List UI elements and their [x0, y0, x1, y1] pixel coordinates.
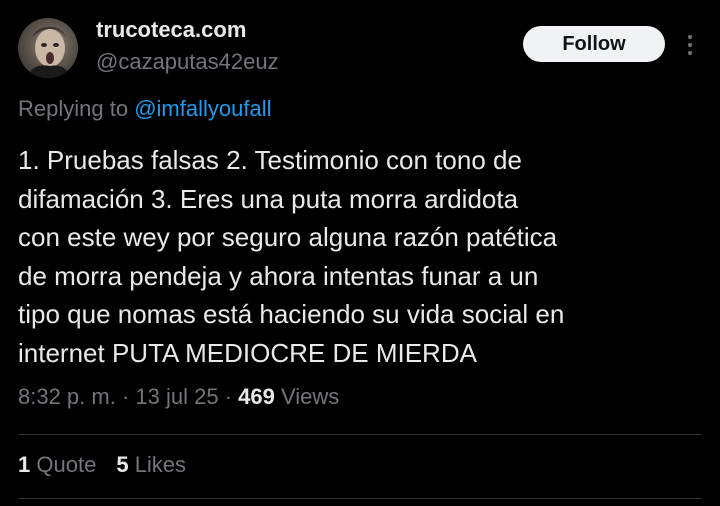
tweet-meta: 8:32 p. m. · 13 jul 25 · 469 Views	[18, 384, 339, 410]
reply-mention-link[interactable]: @imfallyoufall	[134, 96, 271, 121]
tweet-date[interactable]: 13 jul 25	[135, 384, 218, 409]
more-vertical-icon[interactable]	[681, 32, 699, 58]
quotes-label: Quote	[36, 452, 97, 477]
reply-context-prefix: Replying to	[18, 96, 129, 121]
author-display-name[interactable]: trucoteca.com	[96, 17, 246, 43]
likes-stat[interactable]: 5 Likes	[116, 452, 186, 478]
divider	[18, 434, 702, 435]
tweet-card: trucoteca.com @cazaputas42euz Follow Rep…	[0, 0, 720, 506]
avatar-image	[28, 26, 70, 78]
follow-button[interactable]: Follow	[523, 26, 665, 62]
author-handle[interactable]: @cazaputas42euz	[96, 49, 279, 75]
tweet-text-line: internet PUTA MEDIOCRE DE MIERDA	[18, 337, 477, 368]
tweet-text-line: tipo que nomas está haciendo su vida soc…	[18, 299, 565, 329]
avatar[interactable]	[18, 18, 78, 78]
tweet-text-line: de morra pendeja y ahora intentas funar …	[18, 260, 539, 291]
likes-count: 5	[116, 452, 129, 477]
divider	[18, 498, 702, 499]
meta-separator: ·	[218, 384, 239, 409]
views-label: Views	[281, 384, 340, 409]
views-count: 469	[238, 384, 275, 409]
quotes-count: 1	[18, 452, 31, 477]
quotes-stat[interactable]: 1 Quote	[18, 452, 96, 478]
tweet-stats: 1 Quote 5 Likes	[18, 452, 186, 478]
reply-context: Replying to @imfallyoufall	[18, 96, 271, 122]
tweet-text: 1. Pruebas falsas 2. Testimonio con tono…	[18, 141, 708, 372]
tweet-time[interactable]: 8:32 p. m.	[18, 384, 116, 409]
meta-separator: ·	[115, 384, 136, 409]
likes-label: Likes	[134, 452, 187, 477]
tweet-text-line: difamación 3. Eres una puta morra ardido…	[18, 183, 519, 214]
tweet-text-line: 1. Pruebas falsas 2. Testimonio con tono…	[18, 145, 522, 175]
tweet-text-line: con este wey por seguro alguna razón pat…	[18, 222, 558, 252]
